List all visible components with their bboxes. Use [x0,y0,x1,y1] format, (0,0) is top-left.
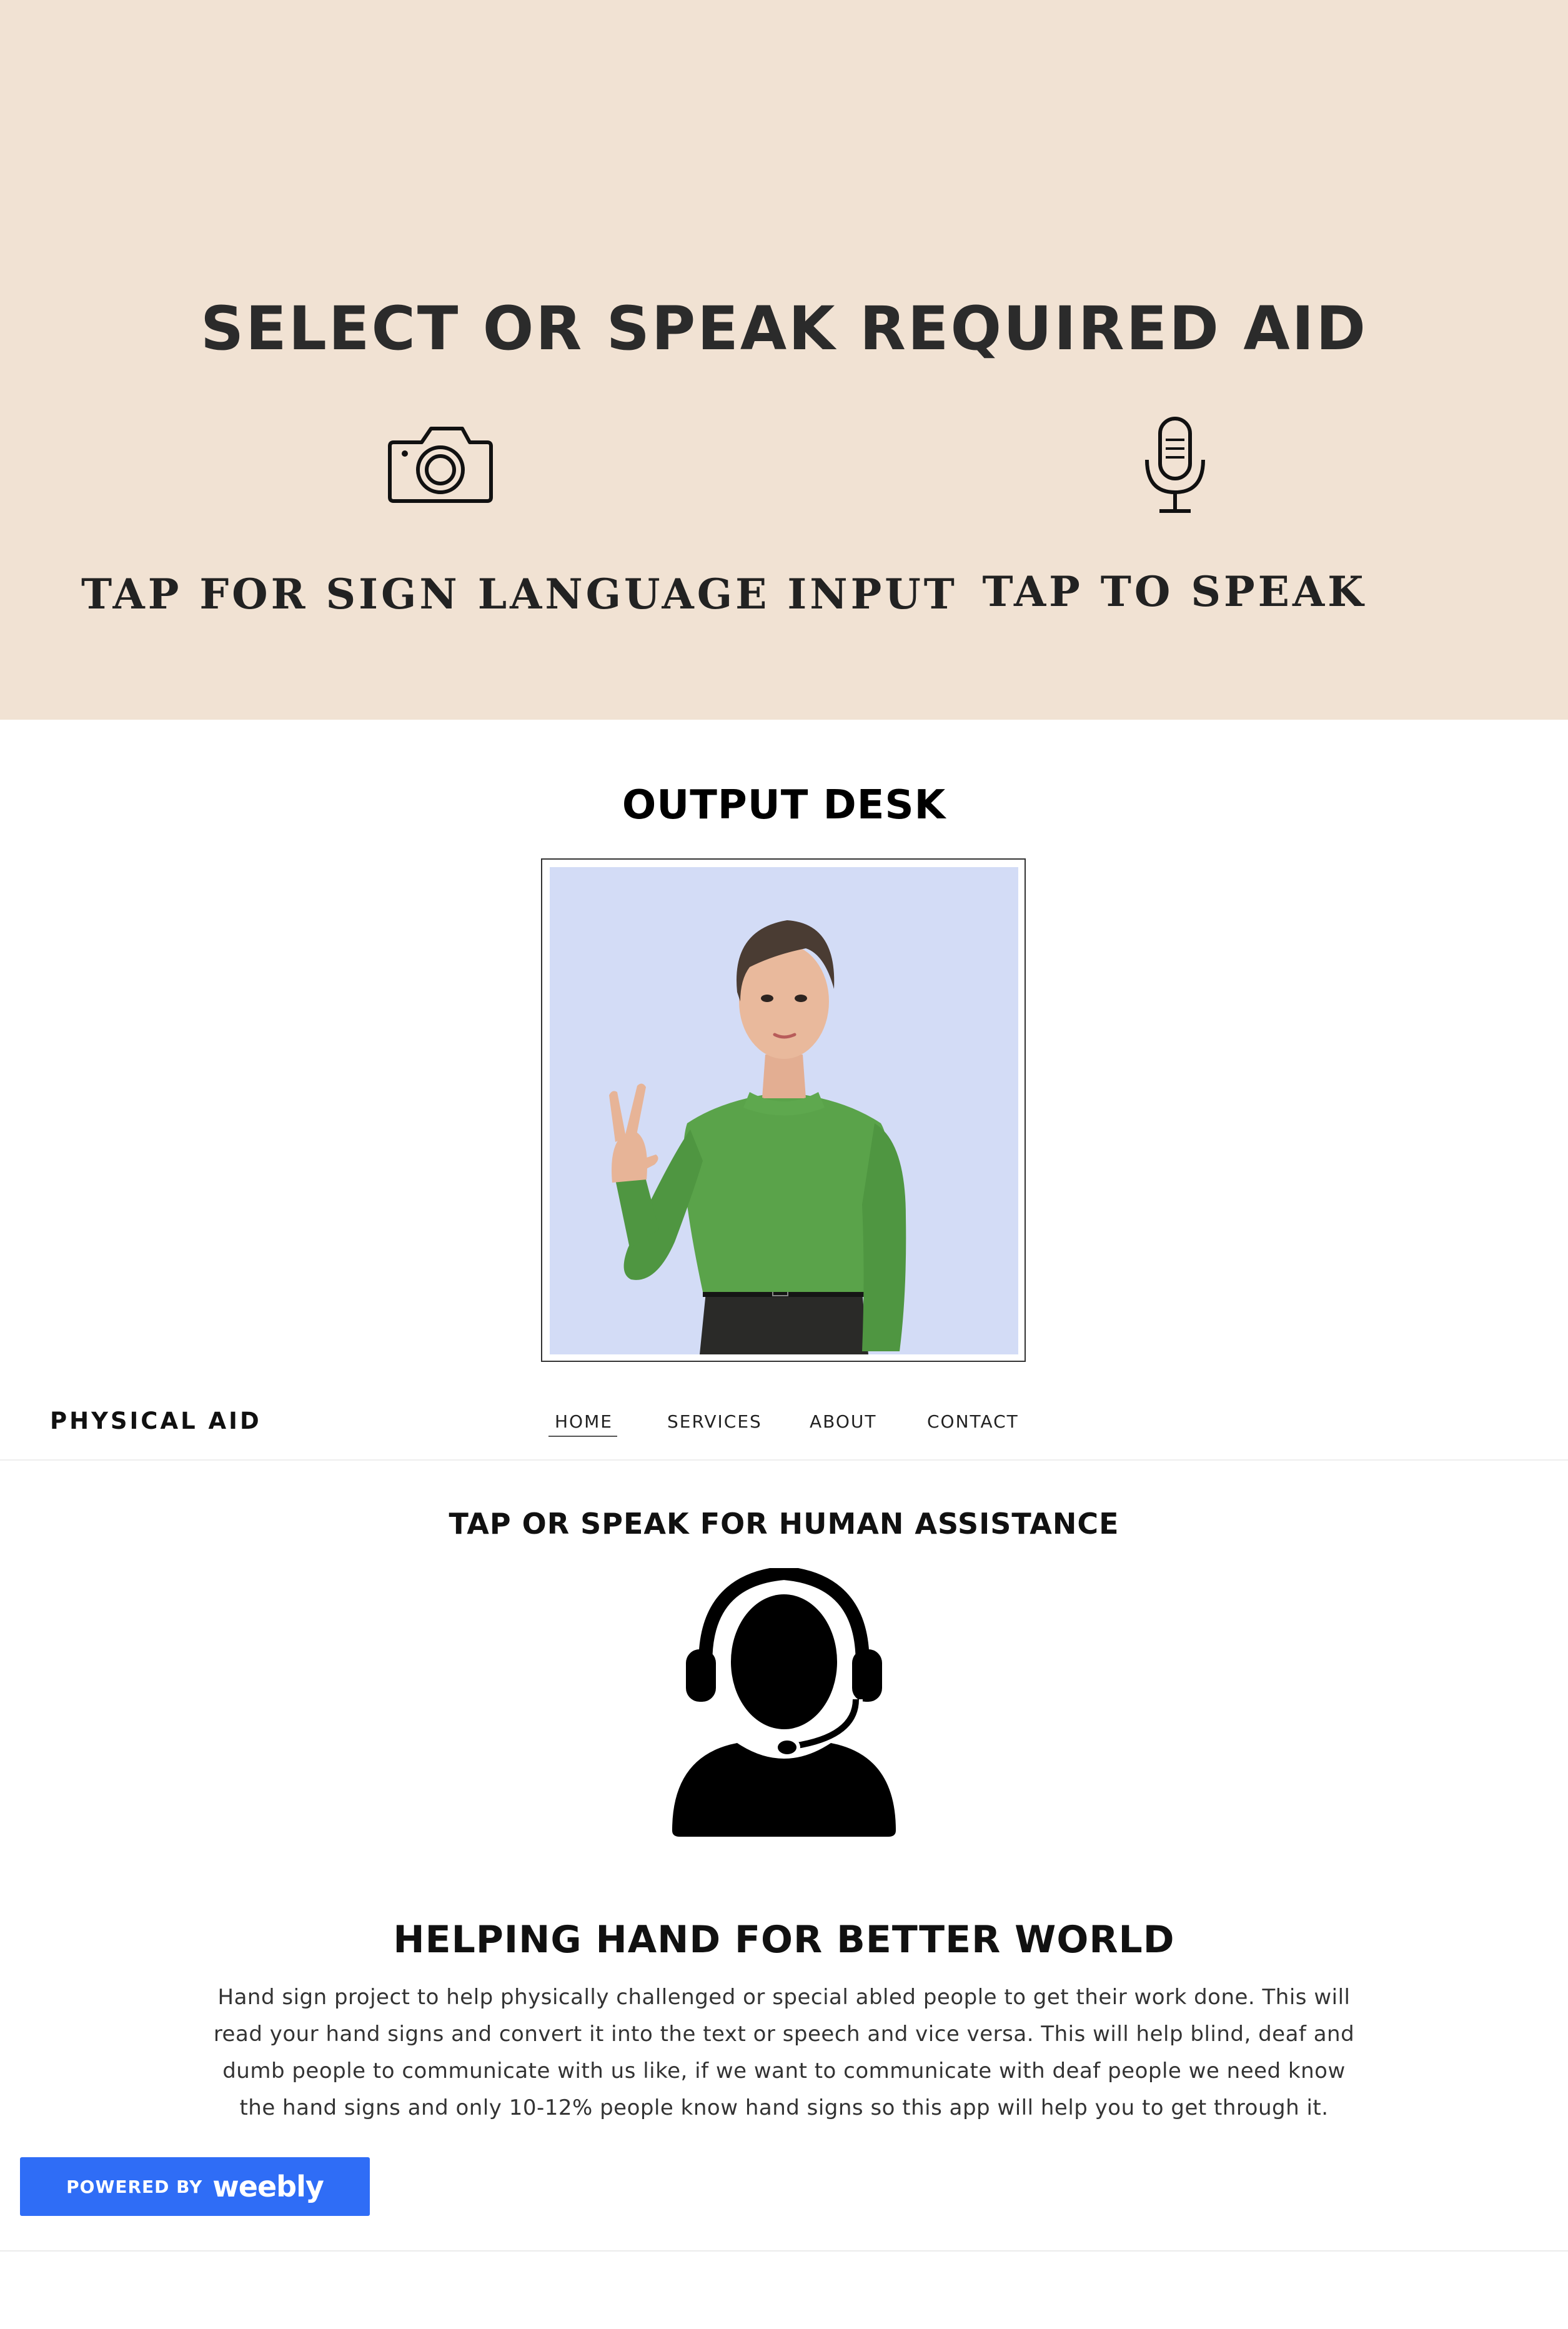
nav-divider [0,1459,1568,1461]
hero-title: SELECT OR SPEAK REQUIRED AID [200,294,1368,364]
signing-avatar-image [550,867,1018,1354]
powered-by-weebly-badge[interactable]: POWERED BY weebly [20,2157,370,2216]
nav-item-services[interactable]: SERVICES [667,1411,762,1432]
footer-divider [0,2250,1568,2252]
sign-input-button[interactable]: TAP FOR SIGN LANGUAGE INPUT [81,570,955,618]
nav-item-about[interactable]: ABOUT [810,1411,877,1432]
support-agent-icon[interactable] [668,1568,900,1837]
about-paragraph: Hand sign project to help physically cha… [213,1985,1355,2120]
camera-icon[interactable] [387,424,494,504]
avatar-illustration [609,920,906,1354]
about-title: HELPING HAND FOR BETTER WORLD [393,1918,1175,1962]
human-assistance-title: TAP OR SPEAK FOR HUMAN ASSISTANCE [449,1507,1119,1541]
nav-item-home[interactable]: HOME [555,1411,613,1432]
nav-active-underline [548,1436,617,1437]
microphone-icon[interactable] [1143,415,1207,515]
speak-button[interactable]: TAP TO SPEAK [975,567,1374,616]
nav-item-contact[interactable]: CONTACT [927,1411,1019,1432]
powered-by-label: POWERED BY [66,2176,203,2197]
output-desk-title: OUTPUT DESK [622,782,946,828]
weebly-logo: weebly [212,2170,324,2203]
site-brand[interactable]: PHYSICAL AID [50,1408,262,1434]
